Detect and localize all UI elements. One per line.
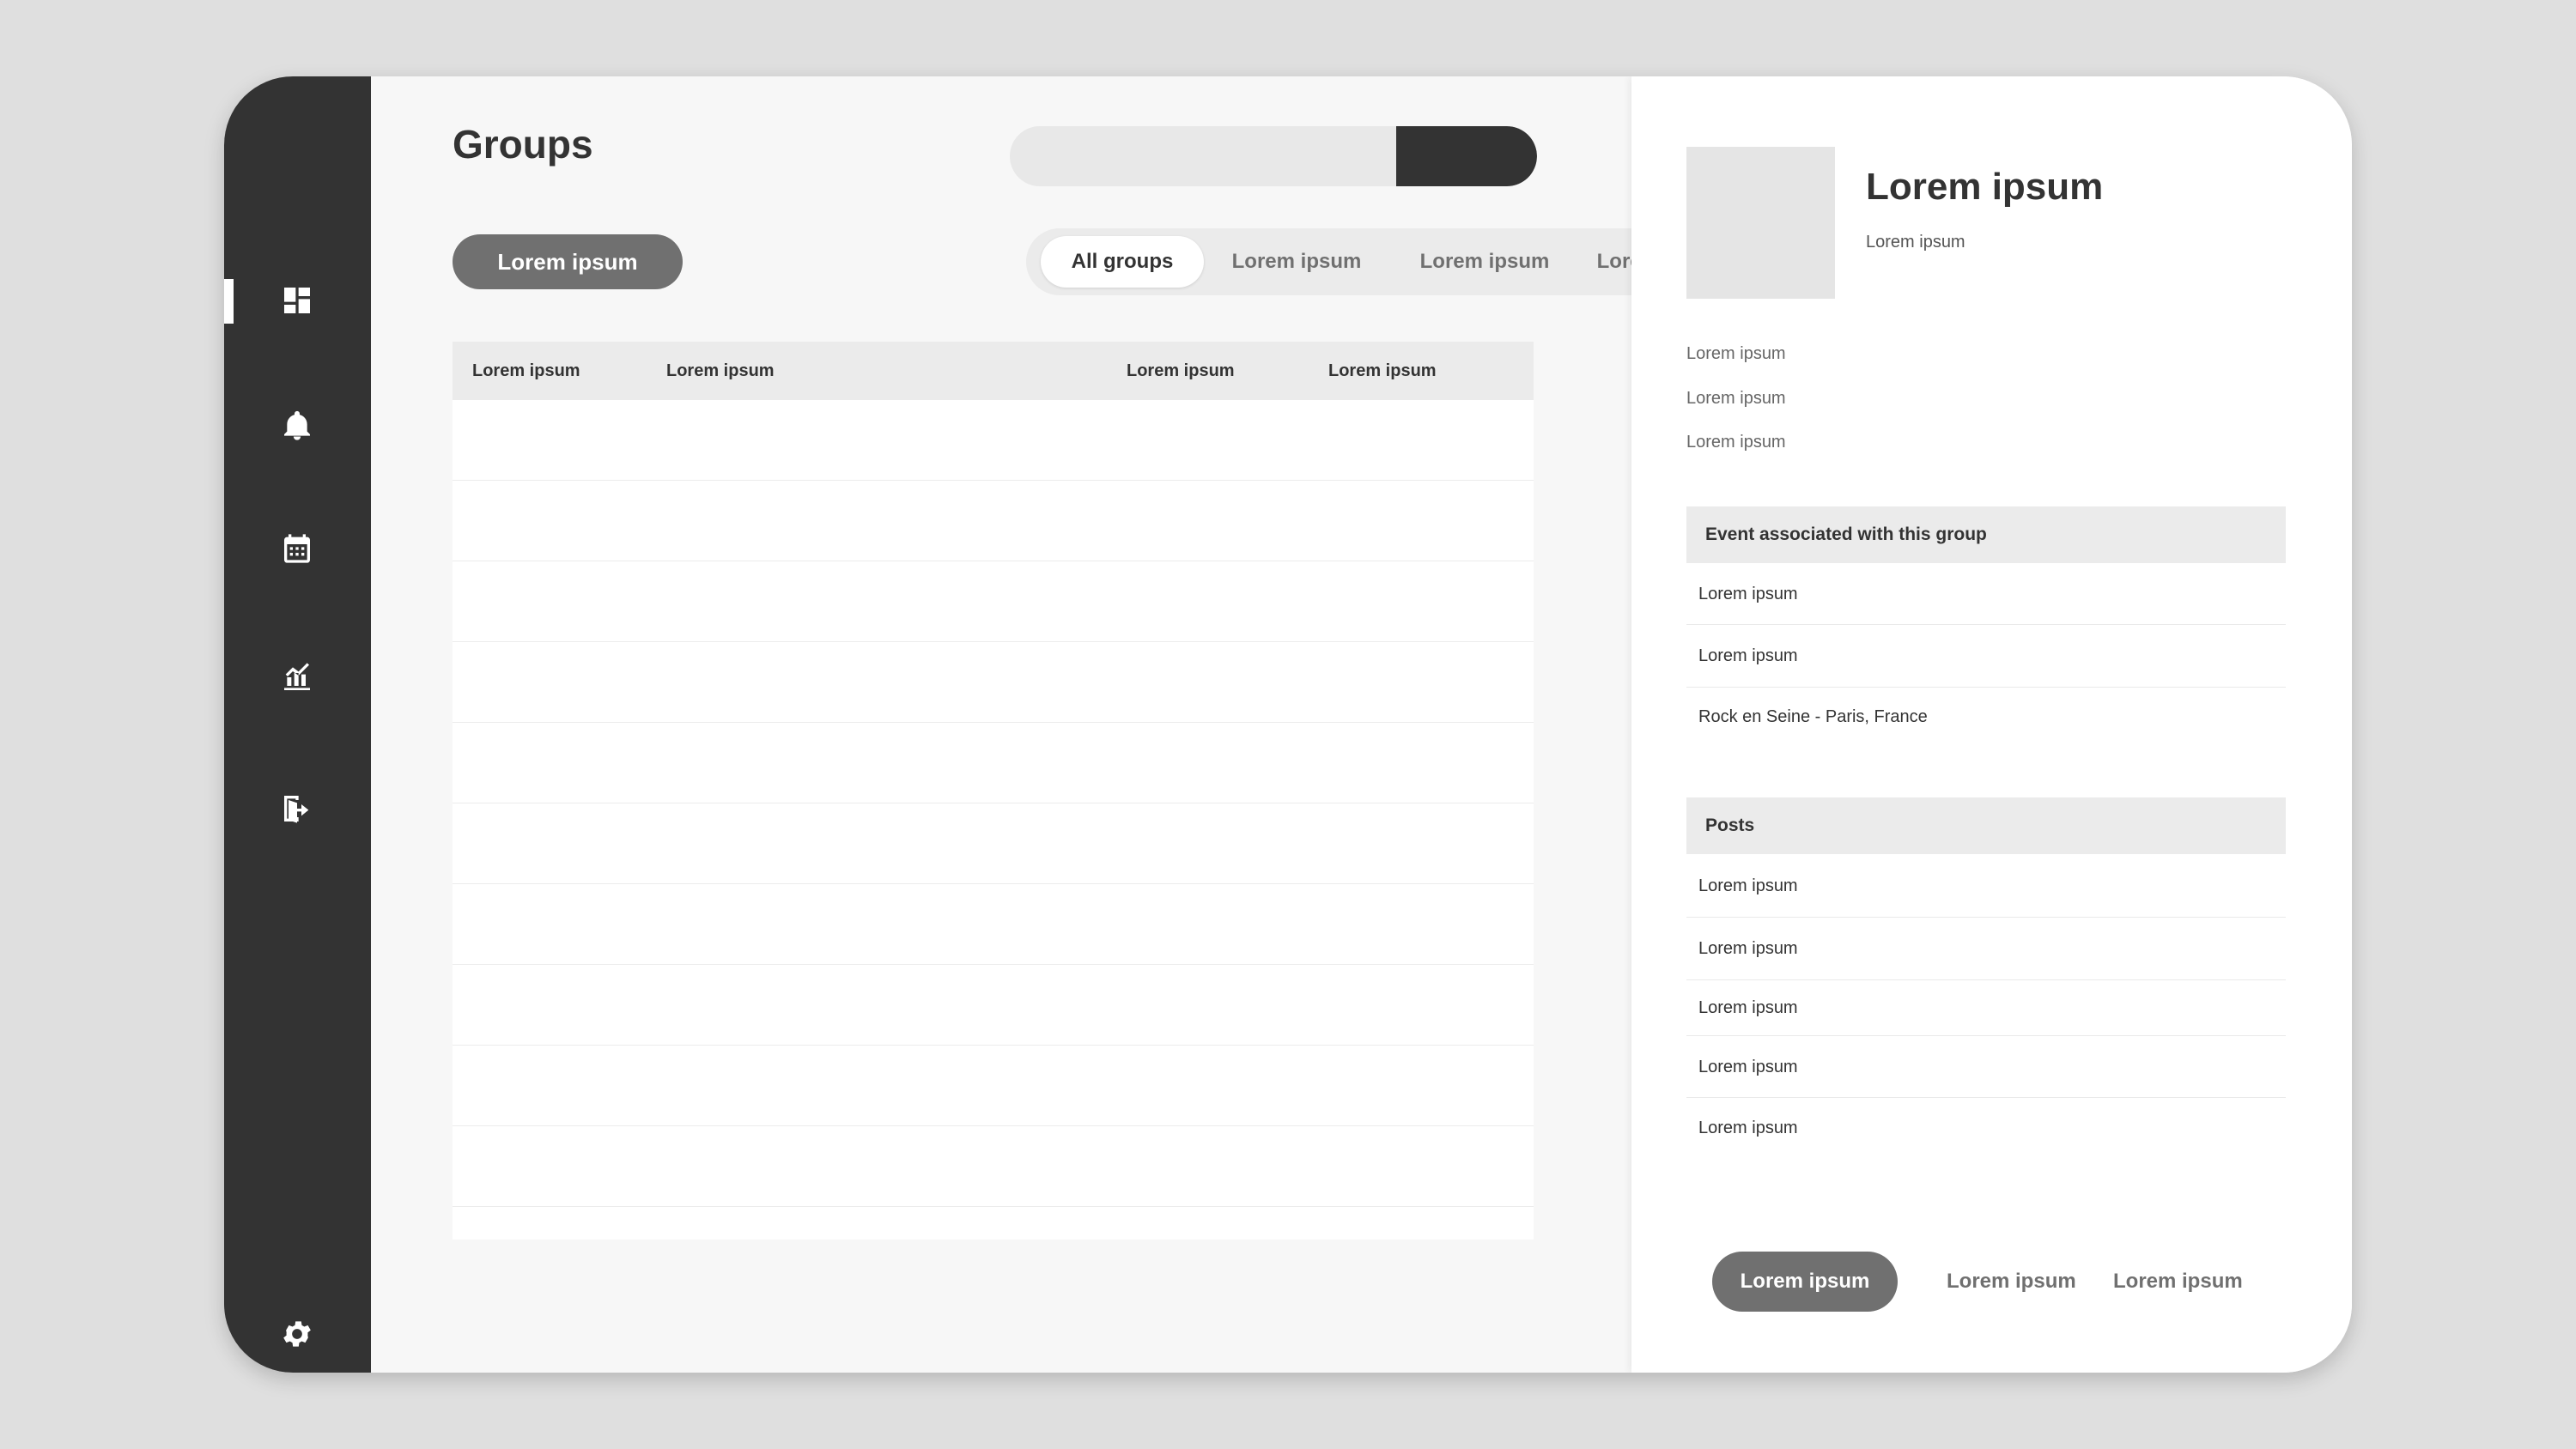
table-row[interactable] [453, 884, 1534, 965]
panel-secondary-button[interactable]: Lorem ipsum [1947, 1252, 2076, 1312]
group-name: Lorem ipsum [1866, 166, 2104, 208]
table-row[interactable] [453, 1046, 1534, 1126]
post-item[interactable]: Lorem ipsum [1686, 854, 2286, 918]
post-item[interactable]: Lorem ipsum [1686, 980, 2286, 1036]
posts-section-header: Posts [1686, 797, 2286, 854]
group-info-line: Lorem ipsum [1686, 344, 1786, 363]
sidebar-item-dashboard[interactable] [276, 279, 319, 322]
post-item[interactable]: Lorem ipsum [1686, 1036, 2286, 1098]
event-item[interactable]: Lorem ipsum [1686, 563, 2286, 625]
group-info-line: Lorem ipsum [1686, 433, 1786, 452]
table-row[interactable] [453, 1126, 1534, 1207]
sidebar-item-settings[interactable] [276, 1313, 319, 1355]
primary-action-button[interactable]: Lorem ipsum [453, 234, 683, 289]
column-header[interactable]: Lorem ipsum [1127, 342, 1235, 400]
column-header[interactable]: Lorem ipsum [666, 342, 775, 400]
sidebar-item-logout[interactable] [276, 787, 319, 830]
tab-filter-2[interactable]: Lorem ipsum [1211, 236, 1382, 288]
bell-icon [284, 410, 310, 440]
calendar-icon [284, 534, 310, 563]
tab-filter-3[interactable]: Lorem ipsum [1399, 236, 1571, 288]
search-button[interactable] [1396, 126, 1537, 186]
table-row[interactable] [453, 481, 1534, 561]
table-row[interactable] [453, 642, 1534, 723]
main-content: Groups Lorem ipsum All groups Lorem ipsu… [371, 76, 1761, 1373]
table-row[interactable] [453, 1207, 1534, 1240]
event-item[interactable]: Rock en Seine - Paris, France [1686, 688, 2286, 746]
sidebar [224, 76, 371, 1373]
tab-all-groups[interactable]: All groups [1041, 236, 1204, 288]
logout-icon [284, 796, 309, 823]
table-header: Lorem ipsum Lorem ipsum Lorem ipsum Lore… [453, 342, 1534, 400]
group-avatar [1686, 147, 1835, 299]
groups-table: Lorem ipsum Lorem ipsum Lorem ipsum Lore… [453, 342, 1534, 1240]
table-row[interactable] [453, 723, 1534, 803]
gear-icon [283, 1321, 311, 1347]
search-bar [1010, 126, 1537, 186]
table-row[interactable] [453, 803, 1534, 884]
panel-secondary-button[interactable]: Lorem ipsum [2113, 1252, 2243, 1312]
column-header[interactable]: Lorem ipsum [472, 342, 580, 400]
column-header[interactable]: Lorem ipsum [1328, 342, 1437, 400]
group-detail-panel: Lorem ipsum Lorem ipsum Lorem ipsum Lore… [1631, 76, 2352, 1373]
table-row[interactable] [453, 965, 1534, 1046]
sidebar-item-analytics[interactable] [276, 656, 319, 699]
post-item[interactable]: Lorem ipsum [1686, 1098, 2286, 1158]
dashboard-icon [284, 288, 310, 313]
events-section-header: Event associated with this group [1686, 506, 2286, 563]
table-row[interactable] [453, 400, 1534, 481]
event-item[interactable]: Lorem ipsum [1686, 625, 2286, 688]
app-window: Groups Lorem ipsum All groups Lorem ipsu… [224, 76, 2352, 1373]
panel-primary-button[interactable]: Lorem ipsum [1712, 1252, 1898, 1312]
analytics-icon [284, 663, 310, 690]
search-input[interactable] [1010, 126, 1396, 186]
group-info-line: Lorem ipsum [1686, 389, 1786, 408]
group-subtitle: Lorem ipsum [1866, 233, 1965, 252]
page-title: Groups [453, 122, 593, 167]
sidebar-item-notifications[interactable] [276, 404, 319, 447]
table-row[interactable] [453, 561, 1534, 642]
sidebar-item-calendar[interactable] [276, 527, 319, 570]
active-nav-indicator [224, 279, 234, 324]
post-item[interactable]: Lorem ipsum [1686, 918, 2286, 980]
